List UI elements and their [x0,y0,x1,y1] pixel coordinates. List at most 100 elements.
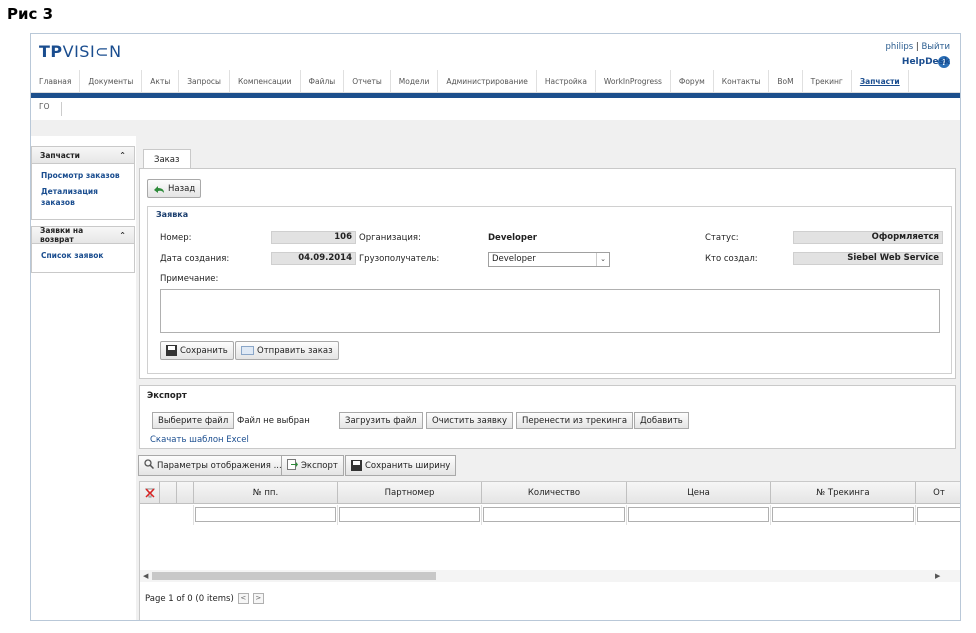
column-quantity[interactable]: Количество [482,482,627,504]
created-field: 04.09.2014 [271,252,356,265]
collapse-icon[interactable]: ⌃ [119,231,126,240]
nav-forum[interactable]: Форум [671,70,714,92]
number-field: 106 [271,231,356,244]
export-title: Экспорт [147,391,187,401]
pager-status: Page 1 of 0 (0 items) [145,593,234,604]
download-template-link[interactable]: Скачать шаблон Excel [150,435,249,445]
nav-admin[interactable]: Администрирование [438,70,537,92]
subnav-go[interactable]: ГО [39,102,63,116]
file-status: Файл не выбран [237,416,310,426]
tpvision-logo: TPVISI⊂N [39,42,122,61]
export-icon [287,458,298,473]
tab-order[interactable]: Заказ [143,149,191,169]
collapse-icon[interactable]: ⌃ [119,151,126,160]
scrollbar-thumb[interactable] [152,572,436,580]
pager: Page 1 of 0 (0 items) < > [145,593,264,604]
sidebar: Запчасти ⌃ Просмотр заказов Детализация … [31,146,135,279]
add-button[interactable]: Добавить [634,412,689,429]
app-window: TPVISI⊂N philips | Выйти ? HelpDesk Глав… [30,33,961,621]
filter-partnumber-input[interactable] [339,507,480,522]
filter-clear-icon[interactable] [140,482,160,504]
select-column [160,482,177,504]
user-area: philips | Выйти ? HelpDesk [885,42,950,68]
sub-nav: ГО [31,98,960,120]
nav-requests[interactable]: Запросы [179,70,230,92]
created-label: Дата создания: [160,254,230,264]
clear-request-button[interactable]: Очистить заявку [426,412,514,429]
helpdesk-link[interactable]: ? HelpDesk [885,56,950,68]
status-label: Статус: [705,233,739,243]
logout-link[interactable]: Выйти [921,42,950,52]
export-panel: Экспорт Выберите файл Файл не выбран Заг… [139,385,956,449]
horizontal-scrollbar[interactable]: ◀ ▶ [140,570,960,582]
parts-grid: № пп. Партномер Количество Цена № Трекин… [139,481,960,620]
section-title: Заявка [156,210,189,219]
prev-page-icon[interactable]: < [237,593,249,604]
choose-file-button[interactable]: Выберите файл [152,412,235,429]
upload-file-button[interactable]: Загрузить файл [339,412,423,429]
filter-spacer [140,505,194,525]
sidebar-panel-header[interactable]: Заявки на возврат ⌃ [32,226,134,244]
nav-acts[interactable]: Акты [142,70,180,92]
nav-settings[interactable]: Настройка [537,70,596,92]
transfer-from-tracking-button[interactable]: Перенести из трекинга [516,412,634,429]
envelope-icon [241,346,254,355]
sidebar-item-request-list[interactable]: Список заявок [41,250,125,261]
username-link[interactable]: philips [885,42,913,52]
creator-field: Siebel Web Service [793,252,943,265]
filter-quantity-input[interactable] [483,507,625,522]
sidebar-item-order-details[interactable]: Детализация заказов [41,186,125,208]
sidebar-panel-header[interactable]: Запчасти ⌃ [32,147,134,164]
nav-reports[interactable]: Отчеты [344,70,391,92]
user-separator: | [915,42,919,52]
column-tracking-number[interactable]: № Трекинга [771,482,916,504]
column-partial[interactable]: От [916,482,960,504]
nav-spare-parts[interactable]: Запчасти [852,70,909,92]
figure-caption: Рис 3 [7,5,54,23]
nav-documents[interactable]: Документы [80,70,143,92]
filter-price-input[interactable] [628,507,769,522]
grid-header: № пп. Партномер Количество Цена № Трекин… [140,482,960,504]
consignee-select[interactable]: Developer ⌄ [488,252,610,267]
nav-compensations[interactable]: Компенсации [230,70,301,92]
column-number[interactable]: № пп. [194,482,338,504]
nav-home[interactable]: Главная [31,70,81,92]
header-divider [31,120,960,136]
scroll-right-icon[interactable]: ▶ [935,570,940,582]
chevron-down-icon[interactable]: ⌄ [596,253,609,266]
filter-tracking-input[interactable] [772,507,914,522]
save-button[interactable]: Сохранить [160,341,234,360]
note-label: Примечание: [160,274,219,284]
nav-models[interactable]: Модели [391,70,439,92]
scroll-left-icon[interactable]: ◀ [143,570,148,582]
search-icon [144,459,155,472]
filter-row [140,505,960,525]
send-order-button[interactable]: Отправить заказ [235,341,339,360]
sidebar-item-view-orders[interactable]: Просмотр заказов [41,170,125,181]
next-page-icon[interactable]: > [252,593,264,604]
nav-bom[interactable]: BoM [769,70,803,92]
floppy-icon [166,345,177,356]
back-button[interactable]: Назад [147,179,202,198]
consignee-label: Грузополучатель: [359,254,440,264]
floppy-icon [351,460,362,471]
display-params-button[interactable]: Параметры отображения ... [138,455,288,476]
sidebar-panel-returns: Заявки на возврат ⌃ Список заявок [31,226,135,273]
column-price[interactable]: Цена [627,482,771,504]
creator-label: Кто создал: [705,254,758,264]
back-arrow-icon [153,185,165,193]
column-partnumber[interactable]: Партномер [338,482,482,504]
save-width-button[interactable]: Сохранить ширину [345,455,457,476]
filter-partial-input[interactable] [917,507,960,522]
nav-contacts[interactable]: Контакты [714,70,770,92]
filter-number-input[interactable] [195,507,336,522]
order-panel: Назад Заявка Номер: 106 Дата создания: 0… [139,168,956,379]
org-label: Организация: [359,233,421,243]
edit-column [177,482,194,504]
org-value: Developer [488,233,537,243]
nav-files[interactable]: Файлы [301,70,345,92]
nav-tracking[interactable]: Трекинг [803,70,852,92]
grid-export-button[interactable]: Экспорт [281,455,344,476]
note-textarea[interactable] [160,289,940,333]
nav-wip[interactable]: WorkInProgress [596,70,671,92]
